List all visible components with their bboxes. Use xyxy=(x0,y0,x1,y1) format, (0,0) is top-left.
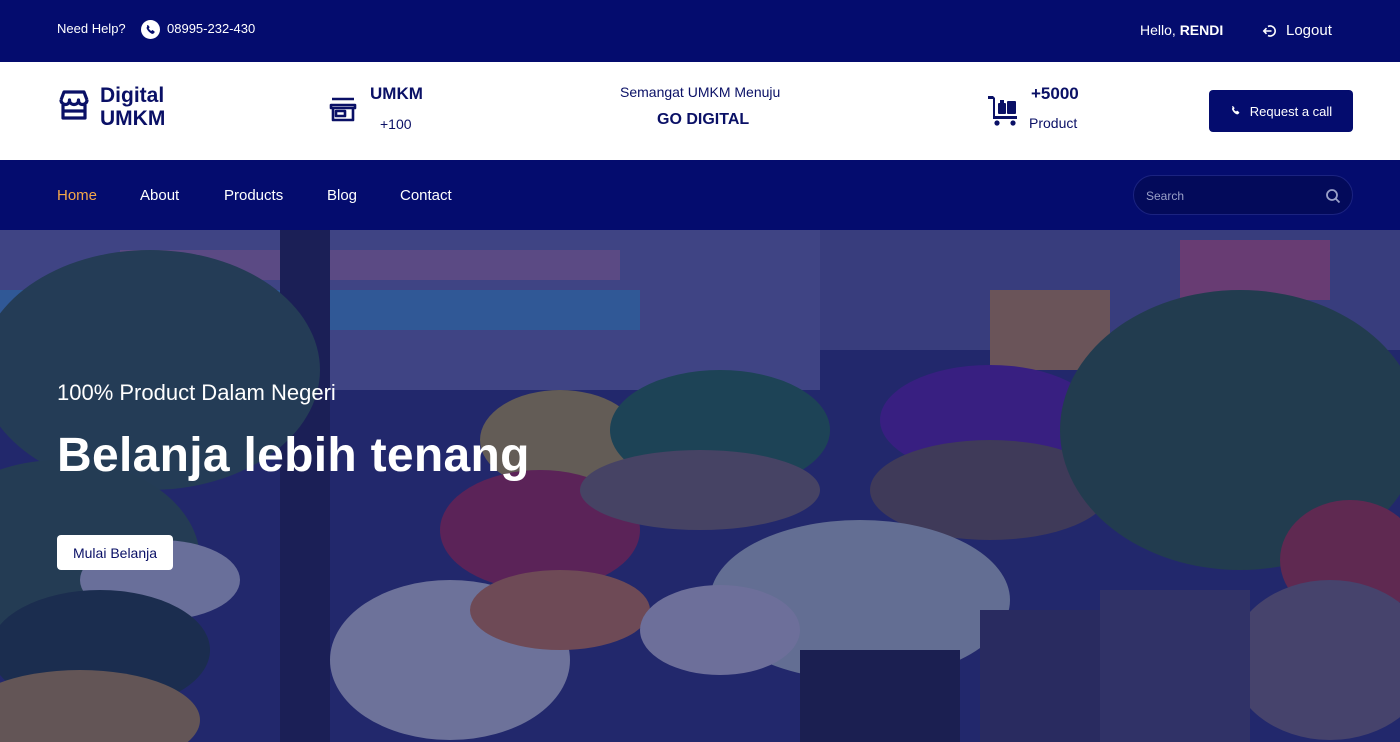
hero-title: Belanja lebih tenang xyxy=(57,429,530,482)
tagline-line-2: GO DIGITAL xyxy=(657,111,750,128)
brand-line-2: UMKM xyxy=(100,107,166,130)
request-call-button[interactable]: Request a call xyxy=(1209,90,1353,132)
search-icon[interactable] xyxy=(1325,188,1341,204)
phone-number[interactable]: 08995-232-430 xyxy=(167,21,255,36)
tagline-line-1: Semangat UMKM Menuju xyxy=(620,84,781,100)
greeting-prefix: Hello, xyxy=(1140,22,1180,38)
product-stat-count: +5000 xyxy=(1031,84,1079,103)
user-greeting: Hello, RENDI xyxy=(1140,22,1223,38)
brand-logo[interactable]: Digital UMKM xyxy=(100,84,165,130)
search-box xyxy=(1133,175,1353,215)
request-call-label: Request a call xyxy=(1249,103,1333,119)
shop-icon xyxy=(328,94,358,124)
logout-icon[interactable] xyxy=(1262,23,1278,39)
nav-item-about[interactable]: About xyxy=(140,187,179,204)
start-shopping-button[interactable]: Mulai Belanja xyxy=(57,535,173,570)
need-help-label: Need Help? xyxy=(57,21,126,36)
main-nav: Home About Products Blog Contact xyxy=(0,160,1400,230)
top-bar: Need Help? 08995-232-430 Hello, RENDI Lo… xyxy=(0,0,1400,62)
nav-item-blog[interactable]: Blog xyxy=(327,187,357,204)
hero-overlay xyxy=(0,230,1400,742)
store-icon xyxy=(56,87,92,123)
username: RENDI xyxy=(1179,22,1224,38)
nav-item-products[interactable]: Products xyxy=(224,187,283,204)
nav-item-home[interactable]: Home xyxy=(57,187,97,204)
phone-icon xyxy=(1231,105,1240,115)
brand-line-1: Digital xyxy=(100,84,165,107)
logout-link[interactable]: Logout xyxy=(1286,22,1332,39)
nav-item-contact[interactable]: Contact xyxy=(400,187,452,204)
hero-subtitle: 100% Product Dalam Negeri xyxy=(57,380,336,405)
umkm-stat-count: +100 xyxy=(380,116,412,132)
phone-icon xyxy=(141,20,160,39)
product-stat-label: Product xyxy=(1029,115,1078,131)
hero-banner: 100% Product Dalam Negeri Belanja lebih … xyxy=(0,230,1400,742)
umkm-stat-title: UMKM xyxy=(370,84,423,103)
search-input[interactable] xyxy=(1146,186,1316,206)
cart-icon xyxy=(987,93,1021,127)
